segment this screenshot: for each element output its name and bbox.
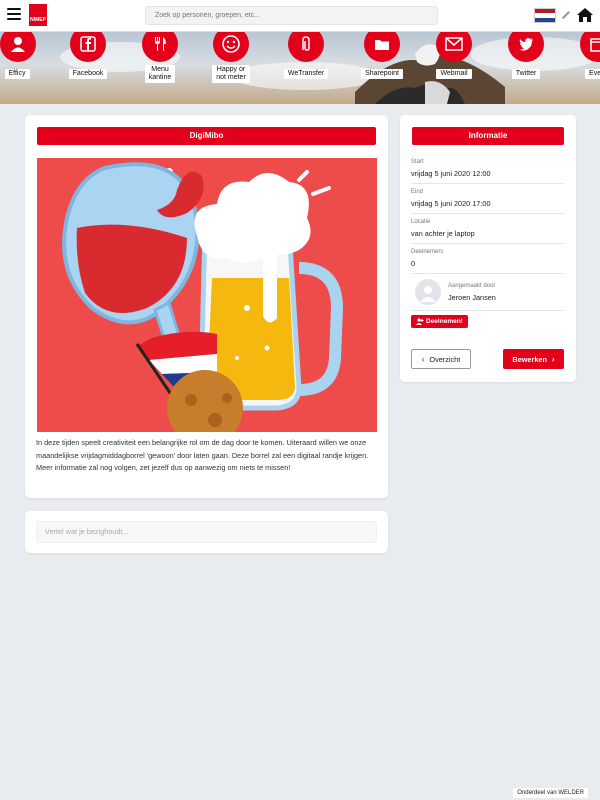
participants-value: 0 [411, 259, 416, 268]
quick-links-banner: Efficy Facebook Menu kantine Happy or no… [0, 32, 600, 104]
tile-efficy[interactable]: Efficy [0, 32, 36, 80]
event-title: DigiMibo [37, 127, 376, 145]
language-flag-icon[interactable] [534, 8, 556, 23]
overview-button[interactable]: ‹ Overzicht [411, 349, 471, 369]
created-by-name[interactable]: Jeroen Jansen [448, 293, 496, 302]
tile-wetransfer[interactable]: WeTransfer [280, 32, 332, 80]
tile-happy-or-not[interactable]: Happy or not meter [205, 32, 257, 84]
calendar-icon [580, 32, 600, 62]
start-label: Start [411, 159, 424, 165]
tile-sharepoint[interactable]: Sharepoint [356, 32, 408, 80]
post-input[interactable]: Vertel wat je bezighoudt... [36, 521, 377, 543]
participants-label: Deelnemers [411, 249, 444, 255]
mail-icon [436, 32, 472, 62]
creator-row: Aangemaakt door Jeroen Jansen [411, 274, 564, 311]
post-card: Vertel wat je bezighoudt... [25, 511, 388, 553]
info-card: Informatie Start vrijdag 5 juni 2020 12:… [400, 115, 576, 382]
user-icon [0, 32, 36, 62]
top-bar: NIMEP [0, 0, 600, 32]
location-label: Locatie [411, 219, 431, 225]
event-image [37, 158, 377, 432]
event-card: DigiMibo In deze tijden speelt creativit… [25, 115, 388, 498]
info-start: Start vrijdag 5 juni 2020 12:00 [411, 154, 564, 184]
tile-label: Webmail [436, 69, 472, 79]
tile-label: WeTransfer [283, 69, 329, 79]
end-value: vrijdag 5 juni 2020 17:00 [411, 199, 491, 208]
edit-button[interactable]: Bewerken › [503, 349, 564, 369]
chevron-right-icon: › [551, 354, 555, 364]
tile-menu-kantine[interactable]: Menu kantine [134, 32, 186, 84]
overview-label: Overzicht [429, 354, 461, 364]
tile-label: Efficy [4, 69, 30, 79]
avatar[interactable] [415, 279, 441, 305]
pencil-icon[interactable] [560, 9, 572, 21]
info-location: Locatie van achter je laptop [411, 214, 564, 244]
event-description: In deze tijden speelt creativiteit een b… [36, 438, 369, 473]
created-by-label: Aangemaakt door [448, 282, 496, 289]
end-label: Eind [411, 189, 424, 195]
info-end: Eind vrijdag 5 juni 2020 17:00 [411, 184, 564, 214]
tile-facebook[interactable]: Facebook [62, 32, 114, 80]
tile-label: Event [585, 69, 600, 79]
user-placeholder-icon [420, 286, 436, 302]
add-user-icon [416, 318, 424, 325]
company-logo[interactable]: NIMEP [29, 4, 47, 26]
paperclip-icon [288, 32, 324, 62]
tile-webmail[interactable]: Webmail [428, 32, 480, 80]
cutlery-icon [142, 32, 178, 62]
search-input[interactable] [145, 6, 438, 25]
start-value: vrijdag 5 juni 2020 12:00 [411, 169, 491, 178]
facebook-icon [70, 32, 106, 62]
tile-label: Menu kantine [144, 65, 176, 83]
menu-icon[interactable] [7, 8, 21, 22]
info-title: Informatie [412, 127, 564, 145]
join-label: Deelnemen! [426, 318, 463, 325]
footer-credit[interactable]: Onderdeel van WELDER [513, 788, 588, 798]
tile-event[interactable]: Event [576, 32, 600, 80]
join-button[interactable]: Deelnemen! [411, 315, 468, 328]
tile-label: Sharepoint [361, 69, 403, 79]
twitter-icon [508, 32, 544, 62]
tile-label: Twitter [511, 69, 541, 79]
edit-label: Bewerken [512, 354, 547, 364]
home-icon[interactable] [576, 6, 594, 24]
location-value: van achter je laptop [411, 229, 475, 238]
tile-label: Happy or not meter [212, 65, 250, 83]
logo-text: NIMEP [30, 17, 46, 23]
smiley-icon [213, 32, 249, 62]
tile-twitter[interactable]: Twitter [500, 32, 552, 80]
chevron-left-icon: ‹ [421, 354, 425, 364]
tile-label: Facebook [68, 69, 108, 79]
info-participants: Deelnemers 0 [411, 244, 564, 274]
folder-icon [364, 32, 400, 62]
